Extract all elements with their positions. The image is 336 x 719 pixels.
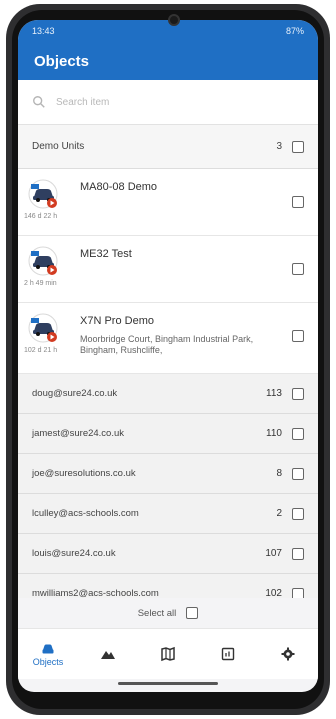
- page-title: Objects: [34, 52, 90, 70]
- user-count: 107: [265, 548, 282, 559]
- user-email: joe@suresolutions.co.uk: [32, 468, 136, 479]
- status-battery: 87%: [285, 26, 304, 36]
- list-item[interactable]: jamest@sure24.co.uk 110: [18, 414, 318, 454]
- home-indicator[interactable]: [118, 682, 218, 685]
- user-count: 113: [266, 388, 282, 399]
- nav-objects[interactable]: Objects: [18, 629, 78, 679]
- vehicle-time: 2 h 49 min: [24, 280, 57, 287]
- list-item[interactable]: louis@sure24.co.uk 107: [18, 534, 318, 574]
- user-email: doug@sure24.co.uk: [32, 388, 118, 399]
- vehicle-time: 146 d 22 h: [24, 213, 58, 220]
- map-icon: [161, 646, 175, 662]
- user-count: 8: [276, 468, 282, 479]
- list-item[interactable]: joe@suresolutions.co.uk 8: [18, 454, 318, 494]
- car-icon: [28, 179, 58, 209]
- vehicle-checkbox[interactable]: [292, 263, 304, 275]
- mountain-icon: [101, 651, 115, 659]
- user-checkbox[interactable]: [292, 427, 304, 440]
- user-checkbox[interactable]: [292, 547, 304, 560]
- app-screen: 13:43 87% Objects Search item Demo Units…: [18, 20, 318, 692]
- app-bar: Objects: [18, 42, 318, 80]
- user-email: lculley@acs-schools.com: [32, 508, 139, 519]
- car-icon: [42, 644, 54, 654]
- user-email: jamest@sure24.co.uk: [32, 428, 125, 439]
- nav-settings[interactable]: [258, 629, 318, 679]
- user-email: louis@sure24.co.uk: [32, 548, 116, 559]
- user-checkbox[interactable]: [292, 467, 304, 480]
- nav-tracks[interactable]: [78, 629, 138, 679]
- nav-map[interactable]: [138, 629, 198, 679]
- select-all-bar[interactable]: Select all: [18, 598, 318, 628]
- group-count: 3: [276, 141, 282, 152]
- user-count: 2: [276, 508, 282, 519]
- front-camera: [168, 14, 180, 26]
- list-item[interactable]: lculley@acs-schools.com 2: [18, 494, 318, 534]
- select-all-checkbox[interactable]: [186, 607, 199, 619]
- nav-reports[interactable]: [198, 629, 258, 679]
- group-header[interactable]: Demo Units 3: [18, 125, 318, 169]
- vehicle-row[interactable]: 146 d 22 h MA80-08 Demo: [18, 169, 318, 236]
- vehicle-checkbox[interactable]: [292, 196, 304, 208]
- vehicle-time: 102 d 21 h: [24, 347, 58, 354]
- group-checkbox[interactable]: [292, 140, 304, 153]
- user-checkbox[interactable]: [292, 507, 304, 520]
- search-icon: [33, 96, 45, 108]
- status-time: 13:43: [32, 26, 55, 36]
- vehicle-row[interactable]: 2 h 49 min ME32 Test: [18, 236, 318, 303]
- nav-objects-label: Objects: [32, 657, 64, 667]
- user-count: 110: [266, 428, 282, 439]
- vehicle-name: ME32 Test: [80, 248, 132, 260]
- car-icon: [28, 313, 58, 343]
- vehicle-name: X7N Pro Demo: [80, 315, 154, 327]
- vehicle-row[interactable]: 102 d 21 h X7N Pro Demo Moorbridge Court…: [18, 303, 318, 374]
- search-bar[interactable]: Search item: [18, 80, 318, 125]
- vehicle-checkbox[interactable]: [292, 330, 304, 342]
- select-all-label: Select all: [137, 607, 177, 619]
- gear-icon: [281, 647, 295, 661]
- car-icon: [28, 246, 58, 276]
- user-checkbox[interactable]: [292, 387, 304, 400]
- group-name: Demo Units: [32, 141, 85, 152]
- vehicle-address: Moorbridge Court, Bingham Industrial Par…: [80, 334, 254, 355]
- report-icon: [221, 647, 235, 661]
- user-list: doug@sure24.co.uk 113 jamest@sure24.co.u…: [18, 374, 318, 614]
- bottom-nav: Objects: [18, 628, 318, 679]
- search-input[interactable]: Search item: [56, 97, 109, 108]
- list-item[interactable]: doug@sure24.co.uk 113: [18, 374, 318, 414]
- vehicle-name: MA80-08 Demo: [80, 181, 158, 193]
